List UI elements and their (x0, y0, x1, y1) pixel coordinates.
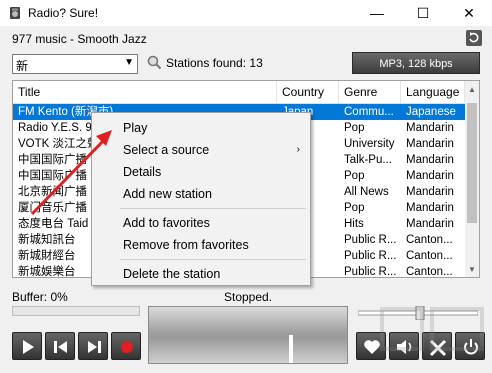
cell-genre: Pop (344, 170, 365, 182)
now-playing-label: 977 music - Smooth Jazz (12, 32, 147, 46)
next-button[interactable] (78, 332, 108, 360)
next-icon (88, 341, 101, 353)
column-header-country[interactable]: Country (277, 81, 339, 103)
buffer-progress-bar (12, 306, 140, 316)
cell-genre: Pop (344, 202, 365, 214)
filter-combobox[interactable]: 新 ▼ (12, 54, 138, 74)
scroll-up-icon[interactable]: ▲ (465, 83, 479, 97)
play-icon (23, 340, 34, 354)
scrollbar-thumb[interactable] (467, 103, 477, 223)
cell-language: Mandarin (406, 186, 454, 198)
column-header-language[interactable]: Language (401, 81, 465, 103)
menu-item-details[interactable]: Details (92, 161, 310, 183)
cell-language: Mandarin (406, 202, 454, 214)
cell-language: Mandarin (406, 154, 454, 166)
cell-genre: Pop (344, 122, 365, 134)
cell-language: Canton... (406, 266, 453, 278)
cell-language: Mandarin (406, 138, 454, 150)
title-bar: Radio? Sure! — ☐ ✕ (0, 0, 492, 26)
cell-genre: Commu... (344, 106, 394, 118)
cell-language: Canton... (406, 250, 453, 262)
buffer-label: Buffer: 0% (12, 290, 68, 304)
menu-separator (120, 259, 306, 260)
minimize-button[interactable]: — (354, 0, 400, 26)
menu-item-label: Play (123, 121, 148, 135)
menu-item-label: Add new station (123, 187, 212, 201)
column-header-genre[interactable]: Genre (339, 81, 401, 103)
previous-button[interactable] (45, 332, 75, 360)
menu-item-play[interactable]: Play (92, 117, 310, 139)
menu-item-add-to-favorites[interactable]: Add to favorites (92, 212, 310, 234)
stations-found-label: Stations found: 13 (166, 56, 263, 70)
maximize-button[interactable]: ☐ (400, 0, 446, 26)
vertical-scrollbar[interactable]: ▲ ▼ (465, 81, 479, 277)
menu-item-label: Remove from favorites (123, 238, 249, 252)
context-menu: Play Select a source › Details Add new stati… (91, 112, 311, 286)
menu-separator (120, 208, 306, 209)
scroll-down-icon[interactable]: ▼ (465, 263, 479, 277)
menu-item-delete-the-station[interactable]: Delete the station (92, 263, 310, 285)
cell-language: Mandarin (406, 170, 454, 182)
watermark-logo (380, 307, 484, 351)
cell-genre: All News (344, 186, 389, 198)
record-button[interactable] (111, 332, 141, 360)
search-icon[interactable] (146, 54, 162, 70)
list-header: Title Country Genre Language (13, 81, 465, 104)
app-radio-icon (10, 7, 20, 19)
cell-genre: Public R... (344, 250, 397, 262)
cell-genre: Talk-Pu... (344, 154, 392, 166)
format-button[interactable]: MP3, 128 kbps (352, 52, 480, 74)
chevron-down-icon: ▼ (124, 57, 134, 68)
menu-item-label: Delete the station (123, 267, 221, 281)
cell-genre: Public R... (344, 234, 397, 246)
cell-genre: Public R... (344, 266, 397, 278)
menu-item-remove-from-favorites[interactable]: Remove from favorites (92, 234, 310, 256)
visualization-panel (148, 306, 348, 364)
close-button[interactable]: ✕ (446, 0, 492, 26)
window-title: Radio? Sure! (28, 6, 99, 20)
menu-item-label: Select a source (123, 143, 210, 157)
filter-value: 新 (16, 59, 29, 73)
cell-genre: Hits (344, 218, 364, 230)
cell-language: Japanese (406, 106, 456, 118)
menu-item-add-new-station[interactable]: Add new station (92, 183, 310, 205)
cell-genre: University (344, 138, 395, 150)
refresh-icon[interactable] (466, 30, 482, 46)
playback-status: Stopped. (224, 290, 273, 304)
cell-language: Mandarin (406, 122, 454, 134)
menu-item-select-a-source[interactable]: Select a source › (92, 139, 310, 161)
record-icon (121, 341, 133, 353)
menu-item-label: Add to favorites (123, 216, 210, 230)
cell-language: Mandarin (406, 218, 454, 230)
cell-language: Canton... (406, 234, 453, 246)
visualization-divider (289, 335, 293, 363)
play-button[interactable] (12, 332, 42, 360)
menu-item-label: Details (123, 165, 162, 179)
chevron-right-icon: › (296, 144, 300, 155)
column-header-title[interactable]: Title (13, 81, 277, 103)
previous-icon (54, 341, 67, 353)
